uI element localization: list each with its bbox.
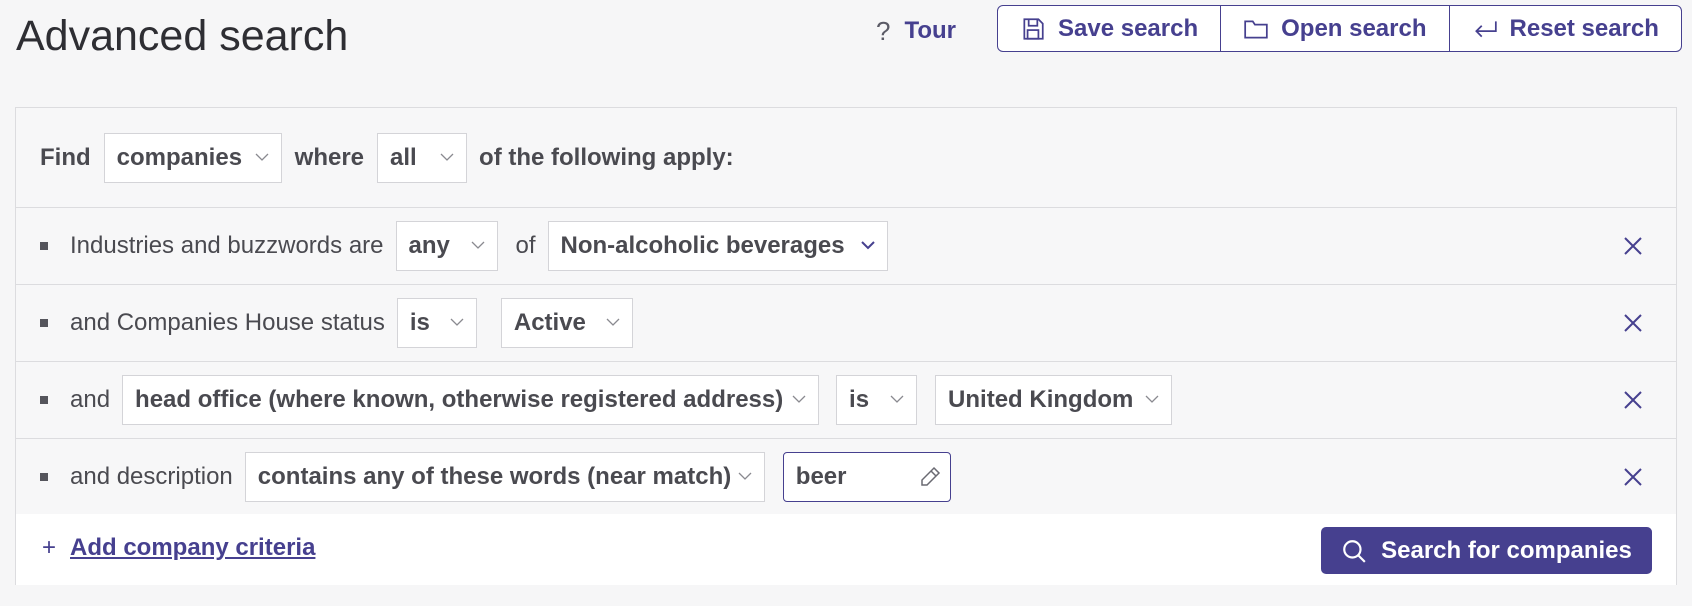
chevron-down-icon (440, 153, 454, 161)
entity-select[interactable]: companies (103, 132, 282, 183)
chevron-down-icon (792, 395, 806, 403)
save-icon (1023, 17, 1044, 40)
open-search-label: Open search (1281, 14, 1427, 42)
chevron-down-icon (890, 395, 904, 403)
search-actions-group: Save search Open search Reset search (997, 5, 1682, 52)
reset-icon (1474, 20, 1497, 37)
industry-select-value: Non-alcoholic beverages (560, 232, 845, 259)
keywords-input-value: beer (795, 463, 847, 490)
criterion-label: and Companies House status (70, 309, 385, 336)
find-row: Find companies where all of the followin… (16, 108, 1676, 208)
operator-select[interactable]: is (396, 298, 477, 348)
panel-footer: + Add company criteria Search for compan… (16, 514, 1676, 585)
chevron-down-icon (471, 241, 484, 249)
chevron-down-icon (1145, 395, 1159, 403)
operator-select-value: any (408, 232, 450, 259)
operator-select[interactable]: any (395, 221, 498, 271)
operator-select-value: is (849, 386, 870, 413)
open-search-button[interactable]: Open search (1220, 6, 1448, 51)
search-for-companies-button[interactable]: Search for companies (1321, 527, 1652, 574)
bullet-icon (40, 396, 48, 404)
remove-criterion-icon[interactable] (1622, 466, 1644, 488)
page-title: Advanced search (16, 12, 349, 60)
pencil-icon (921, 466, 940, 486)
reset-search-button[interactable]: Reset search (1448, 6, 1681, 51)
chevron-down-icon (860, 241, 875, 250)
match-type-select[interactable]: contains any of these words (near match) (244, 452, 765, 502)
country-select[interactable]: United Kingdom (935, 375, 1173, 425)
operator-select-value: is (409, 309, 430, 336)
chevron-down-icon (738, 472, 752, 480)
reset-search-label: Reset search (1509, 14, 1659, 42)
bullet-icon (40, 242, 48, 250)
bullet-icon (40, 473, 48, 481)
save-search-button[interactable]: Save search (998, 6, 1220, 51)
find-label: Find (40, 143, 91, 171)
country-select-value: United Kingdom (948, 386, 1134, 413)
location-field-select[interactable]: head office (where known, otherwise regi… (122, 375, 820, 425)
where-label: where (294, 143, 365, 171)
criterion-row: and Companies House status is Active (16, 285, 1676, 362)
chevron-down-icon (606, 318, 620, 326)
apply-label: of the following apply: (479, 143, 734, 171)
criterion-row: and head office (where known, otherwise … (16, 362, 1676, 439)
operator-select[interactable]: is (836, 375, 918, 425)
entity-select-value: companies (116, 143, 243, 171)
status-select-value: Active (513, 309, 586, 336)
search-button-label: Search for companies (1381, 536, 1632, 564)
industry-select[interactable]: Non-alcoholic beverages (547, 221, 888, 271)
search-icon (1343, 539, 1366, 563)
add-criteria-label: Add company criteria (70, 534, 316, 561)
remove-criterion-icon[interactable] (1622, 312, 1644, 334)
status-select[interactable]: Active (500, 298, 633, 348)
tour-link[interactable]: ? Tour (876, 14, 956, 48)
criterion-label: Industries and buzzwords are (70, 232, 384, 259)
criterion-row: Industries and buzzwords are any of Non-… (16, 208, 1676, 285)
match-select[interactable]: all (377, 132, 468, 183)
help-icon: ? (876, 15, 891, 46)
connector-label: of (515, 232, 536, 259)
plus-icon: + (42, 534, 57, 561)
criterion-label: and (70, 386, 111, 413)
remove-criterion-icon[interactable] (1622, 235, 1644, 257)
tour-label: Tour (904, 17, 957, 44)
match-type-select-value: contains any of these words (near match) (257, 463, 732, 490)
match-select-value: all (390, 143, 417, 171)
location-field-select-value: head office (where known, otherwise regi… (135, 386, 784, 413)
search-criteria-panel: Find companies where all of the followin… (15, 107, 1677, 585)
bullet-icon (40, 319, 48, 327)
add-company-criteria-link[interactable]: + Add company criteria (42, 534, 315, 562)
chevron-down-icon (450, 318, 464, 326)
save-search-label: Save search (1058, 14, 1199, 42)
folder-icon (1244, 20, 1268, 39)
criterion-row: and description contains any of these wo… (16, 439, 1676, 516)
keywords-input[interactable]: beer (782, 452, 951, 502)
chevron-down-icon (255, 153, 269, 161)
criterion-label: and description (70, 463, 233, 490)
remove-criterion-icon[interactable] (1622, 389, 1644, 411)
